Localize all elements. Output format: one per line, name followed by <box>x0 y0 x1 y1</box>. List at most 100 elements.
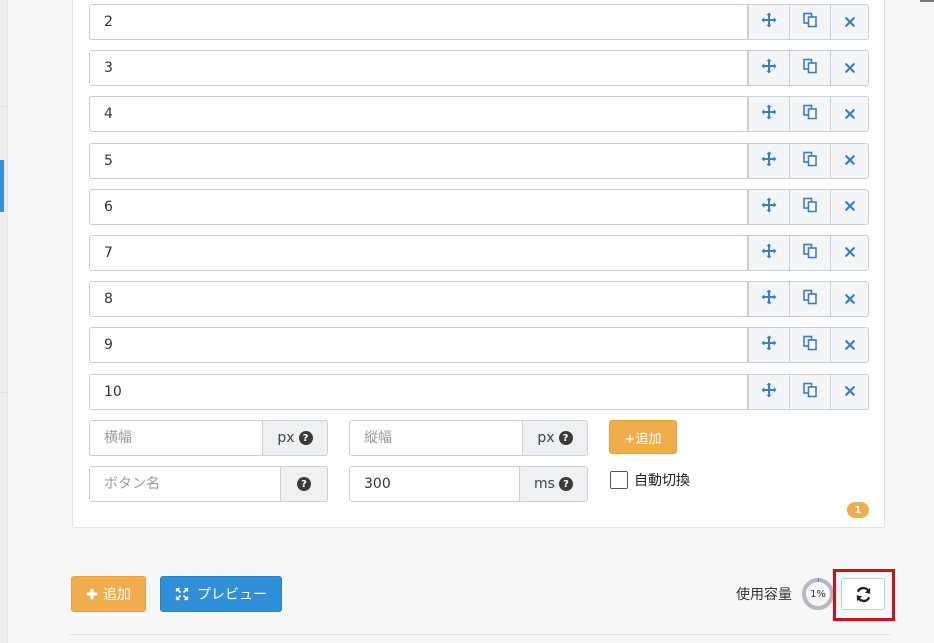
refresh-button[interactable] <box>841 578 885 610</box>
sidebar-divider <box>0 392 8 393</box>
width-unit-addon: px ? <box>262 421 327 455</box>
arrows-move-icon <box>761 12 777 32</box>
close-icon <box>844 59 856 78</box>
expand-icon <box>175 587 189 601</box>
copy-icon <box>802 335 818 355</box>
arrows-move-icon <box>761 197 777 217</box>
arrows-move-icon <box>761 289 777 309</box>
slide-list: 2 3 4 5 6 7 8 9 10 <box>89 4 869 420</box>
height-input[interactable]: 縦幅 <box>350 421 392 455</box>
move-button[interactable] <box>748 234 790 271</box>
arrows-move-icon <box>761 382 777 402</box>
main-content: 2 3 4 5 6 7 8 9 10 横幅 px ? 縦幅 px ? +追加 ボタン名 ? 30… <box>8 0 934 643</box>
arrows-move-icon <box>761 104 777 124</box>
slide-input[interactable]: 8 <box>89 281 748 318</box>
copy-button[interactable] <box>790 50 831 87</box>
move-button[interactable] <box>748 327 790 364</box>
move-button[interactable] <box>748 281 790 318</box>
move-button[interactable] <box>748 50 790 87</box>
delete-button[interactable] <box>831 96 869 133</box>
move-button[interactable] <box>748 373 790 410</box>
copy-button[interactable] <box>790 142 831 179</box>
slide-input[interactable]: 9 <box>89 327 748 364</box>
slide-row: 3 <box>89 50 869 87</box>
delete-button[interactable] <box>831 188 869 225</box>
interval-field[interactable]: 300 ms ? <box>349 466 588 502</box>
slide-input[interactable]: 5 <box>89 142 748 179</box>
slide-input[interactable]: 6 <box>89 188 748 225</box>
arrows-move-icon <box>761 335 777 355</box>
copy-button[interactable] <box>790 4 831 40</box>
question-icon[interactable]: ? <box>558 477 573 491</box>
copy-icon <box>802 104 818 124</box>
copy-icon <box>802 12 818 32</box>
slide-row: 2 <box>89 4 869 40</box>
button-name-field[interactable]: ボタン名 ? <box>89 466 328 502</box>
slide-row: 6 <box>89 188 869 225</box>
slide-input[interactable]: 2 <box>89 4 748 40</box>
slide-row: 7 <box>89 234 869 271</box>
close-icon <box>844 197 856 216</box>
sidebar-active-marker <box>0 160 4 212</box>
slide-input[interactable]: 3 <box>89 50 748 87</box>
delete-button[interactable] <box>831 373 869 410</box>
width-unit: px <box>277 430 295 446</box>
slide-row: 4 <box>89 96 869 133</box>
slide-input[interactable]: 7 <box>89 234 748 271</box>
slide-input[interactable]: 10 <box>89 373 748 410</box>
move-button[interactable] <box>748 96 790 133</box>
interval-unit: ms <box>534 476 555 492</box>
close-icon <box>844 290 856 309</box>
delete-button[interactable] <box>831 234 869 271</box>
auto-switch-checkbox[interactable] <box>610 471 628 489</box>
add-button[interactable]: 追加 <box>71 576 146 612</box>
interval-input[interactable]: 300 <box>350 467 391 501</box>
width-input[interactable]: 横幅 <box>90 421 132 455</box>
copy-icon <box>802 289 818 309</box>
copy-icon <box>802 58 818 78</box>
slide-row: 5 <box>89 142 869 179</box>
copy-button[interactable] <box>790 96 831 133</box>
delete-button[interactable] <box>831 281 869 318</box>
height-unit: px <box>537 430 555 446</box>
delete-button[interactable] <box>831 50 869 87</box>
delete-button[interactable] <box>831 327 869 364</box>
slide-input[interactable]: 4 <box>89 96 748 133</box>
button-name-input[interactable]: ボタン名 <box>90 467 160 501</box>
slide-row: 9 <box>89 327 869 364</box>
move-button[interactable] <box>748 4 790 40</box>
copy-icon <box>802 197 818 217</box>
left-sidebar-strip <box>0 0 8 643</box>
height-field[interactable]: 縦幅 px ? <box>349 420 588 456</box>
preview-button[interactable]: プレビュー <box>160 576 282 612</box>
copy-button[interactable] <box>790 234 831 271</box>
add-size-button[interactable]: +追加 <box>609 420 677 454</box>
refresh-icon <box>856 586 870 602</box>
plus-icon <box>86 588 98 600</box>
width-field[interactable]: 横幅 px ? <box>89 420 328 456</box>
preview-button-label: プレビュー <box>197 587 267 603</box>
close-icon <box>844 382 856 401</box>
delete-button[interactable] <box>831 4 869 40</box>
sidebar-divider <box>0 106 8 107</box>
slides-panel: 2 3 4 5 6 7 8 9 10 横幅 px ? 縦幅 px ? +追加 ボタン名 ? 30… <box>72 0 885 528</box>
close-icon <box>844 243 856 262</box>
slide-row: 10 <box>89 373 869 410</box>
copy-icon <box>802 151 818 171</box>
copy-button[interactable] <box>790 188 831 225</box>
copy-button[interactable] <box>790 327 831 364</box>
question-icon[interactable]: ? <box>298 431 313 445</box>
copy-button[interactable] <box>790 281 831 318</box>
move-button[interactable] <box>748 188 790 225</box>
question-icon[interactable]: ? <box>558 431 573 445</box>
button-name-addon: ? <box>280 467 327 501</box>
copy-button[interactable] <box>790 373 831 410</box>
auto-switch-control[interactable]: 自動切換 <box>610 470 690 490</box>
move-button[interactable] <box>748 142 790 179</box>
delete-button[interactable] <box>831 142 869 179</box>
arrows-move-icon <box>761 151 777 171</box>
question-icon[interactable]: ? <box>297 477 311 491</box>
close-icon <box>844 151 856 170</box>
arrows-move-icon <box>761 243 777 263</box>
footer-divider <box>70 634 890 635</box>
